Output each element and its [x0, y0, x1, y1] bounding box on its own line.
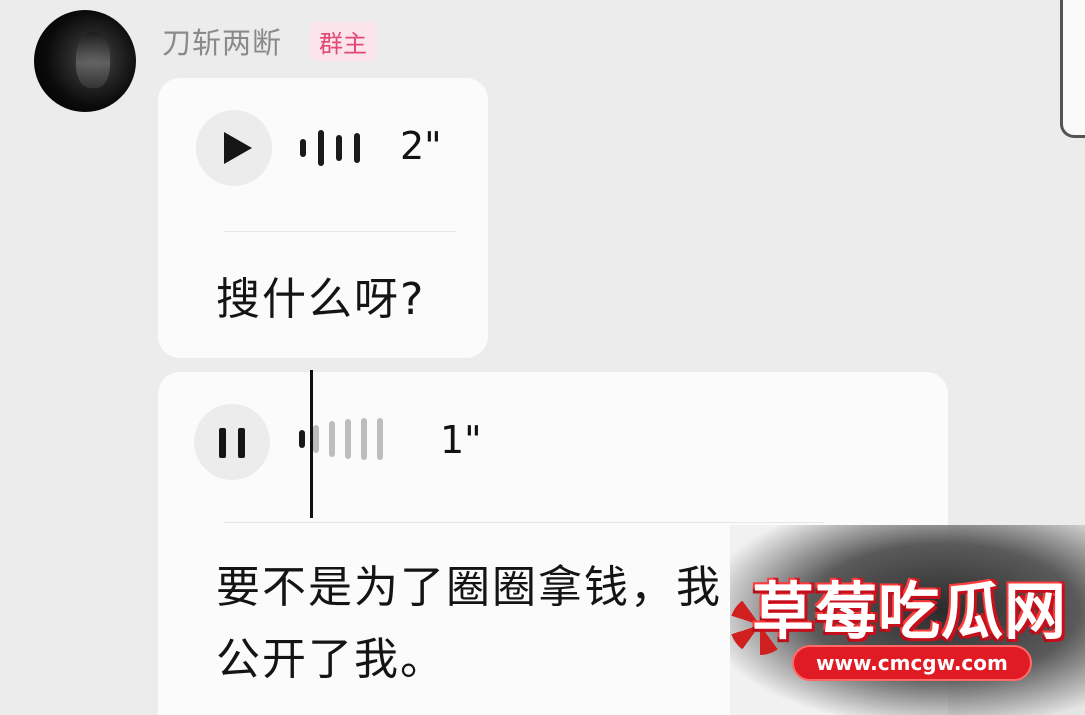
pause-icon: [219, 428, 226, 458]
group-owner-badge: 群主: [310, 22, 376, 61]
sender-avatar[interactable]: [34, 10, 136, 112]
play-icon: [224, 132, 252, 164]
transcript-divider: [224, 522, 824, 523]
site-watermark: 草莓吃瓜网 www.cmcgw.com: [730, 525, 1085, 715]
avatar-face: [76, 32, 110, 88]
play-button[interactable]: [196, 110, 272, 186]
pause-button[interactable]: [194, 404, 270, 480]
watermark-url: www.cmcgw.com: [792, 645, 1032, 681]
voice-waveform-icon: [300, 130, 362, 166]
sender-name[interactable]: 刀斩两断: [162, 20, 282, 62]
playback-cursor: [310, 370, 313, 518]
voice-transcript: 搜什么呀?: [216, 274, 426, 325]
voice-message-bubble[interactable]: 2" 搜什么呀?: [158, 78, 488, 358]
side-panel-edge: [1060, 0, 1085, 138]
pause-icon: [238, 428, 245, 458]
voice-duration: 2": [400, 124, 442, 168]
voice-duration: 1": [440, 418, 482, 462]
chat-screen: 刀斩两断 群主 2" 搜什么呀? 1" 要不是为了圈圈拿钱，我 公开了我。 草莓…: [0, 0, 1085, 715]
transcript-divider: [224, 231, 456, 232]
watermark-title: 草莓吃瓜网: [752, 575, 1068, 648]
voice-waveform-icon: [299, 418, 395, 460]
